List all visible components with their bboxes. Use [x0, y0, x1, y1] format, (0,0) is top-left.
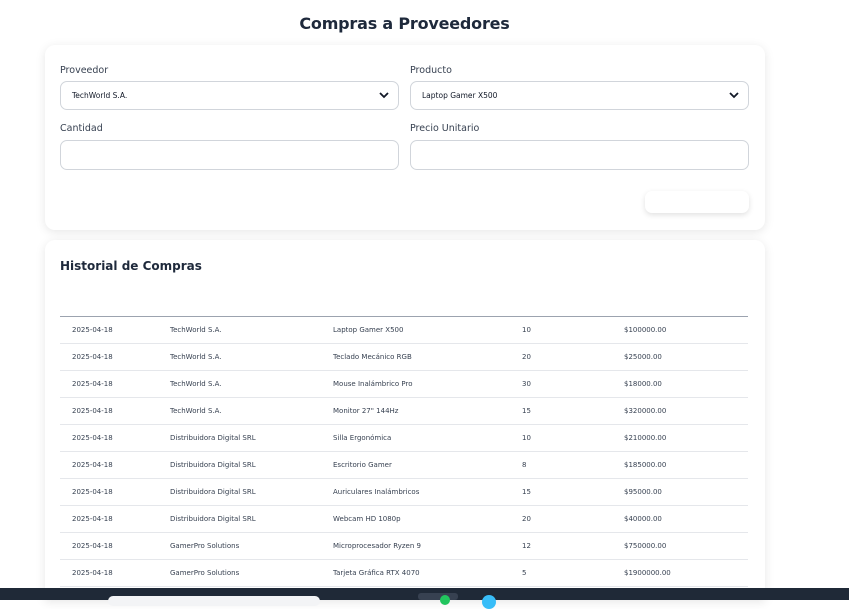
- producto-cell: Auriculares Inalámbricos: [333, 488, 420, 496]
- proveedor-cell: TechWorld S.A.: [170, 326, 222, 334]
- producto-cell: Webcam HD 1080p: [333, 515, 401, 523]
- total-cell: $100000.00: [624, 326, 667, 334]
- taskbar-app-button[interactable]: [418, 593, 458, 605]
- submit-purchase-button[interactable]: [645, 191, 749, 213]
- table-row: 2025-04-18 TechWorld S.A. Teclado Mecánico…: [60, 344, 748, 371]
- producto-select[interactable]: Laptop Gamer X500: [410, 81, 749, 110]
- producto-cell: Silla Ergonómica: [333, 434, 392, 442]
- table-row: 2025-04-18 Distribuidora Digital SRL Webca…: [60, 506, 748, 533]
- cantidad-cell: 20: [522, 353, 531, 361]
- cantidad-cell: 12: [522, 542, 531, 550]
- history-title: Historial de Compras: [60, 259, 202, 273]
- precio-unitario-label: Precio Unitario: [410, 123, 480, 134]
- precio-unitario-input[interactable]: [410, 140, 749, 170]
- total-cell: $25000.00: [624, 353, 662, 361]
- proveedor-cell: TechWorld S.A.: [170, 407, 222, 415]
- proveedor-cell: Distribuidora Digital SRL: [170, 515, 256, 523]
- table-row: 2025-04-18 GamerPro Solutions Microprocesa…: [60, 533, 748, 560]
- fecha-cell: 2025-04-18: [72, 380, 113, 388]
- fecha-cell: 2025-04-18: [72, 434, 113, 442]
- fecha-cell: 2025-04-18: [72, 569, 113, 577]
- producto-cell: Teclado Mecánico RGB: [333, 353, 412, 361]
- table-row: 2025-04-18 TechWorld S.A. Laptop Gamer X50…: [60, 317, 748, 344]
- proveedor-cell: TechWorld S.A.: [170, 380, 222, 388]
- producto-cell: Mouse Inalámbrico Pro: [333, 380, 413, 388]
- producto-select-value: Laptop Gamer X500: [422, 91, 498, 100]
- app-icon: [440, 595, 450, 605]
- chevron-down-icon: [729, 92, 739, 99]
- total-cell: $750000.00: [624, 542, 667, 550]
- table-row: 2025-04-18 Distribuidora Digital SRL Auric…: [60, 479, 748, 506]
- total-cell: $18000.00: [624, 380, 662, 388]
- cantidad-cell: 8: [522, 461, 527, 469]
- fecha-cell: 2025-04-18: [72, 542, 113, 550]
- table-row: 2025-04-18 TechWorld S.A. Monitor 27" 144H…: [60, 398, 748, 425]
- cantidad-cell: 20: [522, 515, 531, 523]
- producto-cell: Laptop Gamer X500: [333, 326, 404, 334]
- total-cell: $1900000.00: [624, 569, 671, 577]
- table-row: 2025-04-18 Distribuidora Digital SRL Silla…: [60, 425, 748, 452]
- fecha-cell: 2025-04-18: [72, 353, 113, 361]
- table-row: 2025-04-18 TechWorld S.A. Mouse Inalámbric…: [60, 371, 748, 398]
- proveedor-cell: Distribuidora Digital SRL: [170, 434, 256, 442]
- total-cell: $185000.00: [624, 461, 667, 469]
- cantidad-label: Cantidad: [60, 123, 103, 134]
- cantidad-cell: 15: [522, 488, 531, 496]
- os-taskbar: [0, 588, 849, 609]
- purchase-form-card: Proveedor TechWorld S.A. Producto Laptop…: [45, 45, 765, 230]
- total-cell: $210000.00: [624, 434, 667, 442]
- proveedor-cell: Distribuidora Digital SRL: [170, 461, 256, 469]
- total-cell: $320000.00: [624, 407, 667, 415]
- cantidad-cell: 5: [522, 569, 527, 577]
- total-cell: $40000.00: [624, 515, 662, 523]
- chevron-down-icon: [379, 92, 389, 99]
- fecha-cell: 2025-04-18: [72, 488, 113, 496]
- producto-cell: Tarjeta Gráfica RTX 4070: [333, 569, 420, 577]
- proveedor-cell: TechWorld S.A.: [170, 353, 222, 361]
- fecha-cell: 2025-04-18: [72, 326, 113, 334]
- cantidad-cell: 10: [522, 326, 531, 334]
- proveedor-cell: GamerPro Solutions: [170, 542, 240, 550]
- browser-icon[interactable]: [482, 595, 496, 609]
- proveedor-label: Proveedor: [60, 65, 109, 76]
- producto-cell: Microprocesador Ryzen 9: [333, 542, 421, 550]
- table-row: 2025-04-18 GamerPro Solutions Tarjeta Gráf…: [60, 560, 748, 587]
- taskbar-search-box[interactable]: [108, 596, 320, 606]
- producto-cell: Monitor 27" 144Hz: [333, 407, 399, 415]
- purchase-history-card: Historial de Compras 2025-04-18 TechWorld…: [45, 240, 765, 600]
- cantidad-cell: 30: [522, 380, 531, 388]
- fecha-cell: 2025-04-18: [72, 407, 113, 415]
- proveedor-cell: Distribuidora Digital SRL: [170, 488, 256, 496]
- proveedor-select-value: TechWorld S.A.: [72, 91, 128, 100]
- cantidad-cell: 15: [522, 407, 531, 415]
- total-cell: $95000.00: [624, 488, 662, 496]
- cantidad-cell: 10: [522, 434, 531, 442]
- purchase-history-table: 2025-04-18 TechWorld S.A. Laptop Gamer X50…: [60, 316, 748, 587]
- table-row: 2025-04-18 Distribuidora Digital SRL Escri…: [60, 452, 748, 479]
- producto-cell: Escritorio Gamer: [333, 461, 392, 469]
- producto-label: Producto: [410, 65, 452, 76]
- proveedor-cell: GamerPro Solutions: [170, 569, 240, 577]
- fecha-cell: 2025-04-18: [72, 461, 113, 469]
- cantidad-input[interactable]: [60, 140, 399, 170]
- page-title: Compras a Proveedores: [299, 14, 510, 33]
- proveedor-select[interactable]: TechWorld S.A.: [60, 81, 399, 110]
- fecha-cell: 2025-04-18: [72, 515, 113, 523]
